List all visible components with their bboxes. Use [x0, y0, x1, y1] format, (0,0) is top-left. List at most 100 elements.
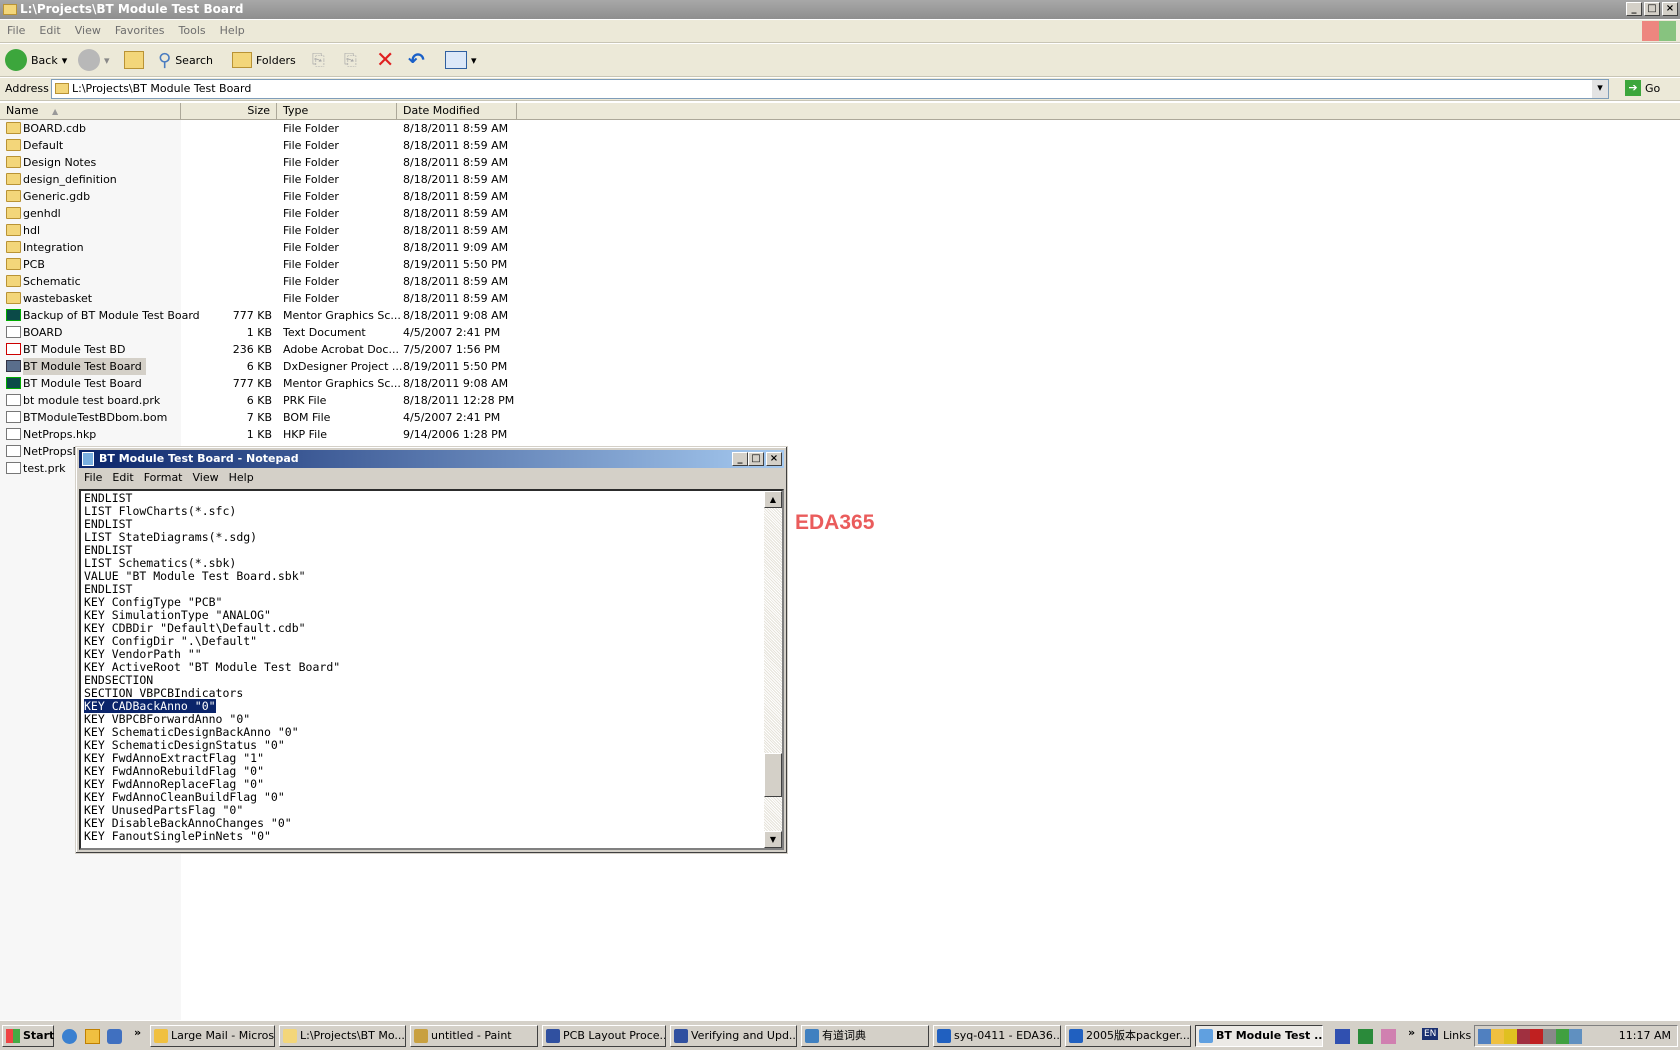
language-indicator[interactable]: EN [1422, 1028, 1439, 1040]
column-name[interactable]: Name ▲ [0, 103, 181, 120]
close-button[interactable]: × [1662, 2, 1678, 16]
line-text: ENDLIST [84, 543, 133, 557]
scroll-down-button[interactable]: ▼ [764, 831, 782, 848]
column-size[interactable]: Size [181, 103, 277, 120]
file-row[interactable]: Default File Folder 8/18/2011 8:59 AM [0, 137, 520, 154]
file-size: 236 KB [232, 343, 272, 356]
start-button[interactable]: Start [2, 1025, 54, 1047]
file-name: Default [23, 139, 64, 152]
menu-file[interactable]: File [0, 20, 32, 41]
back-dropdown-icon[interactable]: ▾ [62, 54, 68, 67]
acrobat-icon[interactable] [1381, 1029, 1396, 1044]
task-app-icon [546, 1029, 560, 1043]
column-type[interactable]: Type [277, 103, 397, 120]
menu-edit[interactable]: Edit [32, 20, 67, 41]
clock[interactable]: 11:17 AM [1619, 1029, 1671, 1042]
file-row[interactable]: BOARD.cdb File Folder 8/18/2011 8:59 AM [0, 120, 520, 137]
file-name: Design Notes [23, 156, 97, 169]
taskbar-button[interactable]: Verifying and Upd... [670, 1025, 797, 1047]
minimize-button[interactable]: _ [1626, 2, 1642, 16]
forward-button[interactable]: ▾ [78, 48, 110, 72]
notepad-minimize-button[interactable]: _ [732, 452, 748, 466]
search-button[interactable]: ⚲ Search [158, 48, 213, 72]
address-dropdown-button[interactable]: ▾ [1592, 80, 1608, 98]
folders-button[interactable]: Folders [232, 48, 296, 72]
excel-icon[interactable] [1358, 1029, 1373, 1044]
file-row[interactable]: bt module test board.prk 6 KB PRK File 8… [0, 392, 520, 409]
address-input[interactable]: L:\Projects\BT Module Test Board ▾ [51, 79, 1609, 99]
folder-icon [6, 207, 21, 219]
up-folder-button[interactable] [124, 48, 144, 72]
taskbar-button[interactable]: 2005版本packger... [1065, 1025, 1191, 1047]
file-row[interactable]: BT Module Test Board 777 KB Mentor Graph… [0, 375, 520, 392]
file-row[interactable]: Schematic File Folder 8/18/2011 8:59 AM [0, 273, 520, 290]
file-row[interactable]: BT Module Test Board 6 KB DxDesigner Pro… [0, 358, 520, 375]
outlook-quicklaunch-icon[interactable] [85, 1029, 100, 1044]
tray-icons[interactable] [1478, 1029, 1608, 1044]
file-row[interactable]: Generic.gdb File Folder 8/18/2011 8:59 A… [0, 188, 520, 205]
links-toolbar[interactable]: Links [1443, 1029, 1471, 1042]
back-arrow-icon [5, 49, 27, 71]
menu-help[interactable]: Help [213, 20, 252, 41]
back-button[interactable]: Back ▾ [5, 48, 67, 72]
undo-button[interactable]: ↶ [408, 48, 425, 72]
file-type: File Folder [283, 173, 339, 186]
file-row[interactable]: Integration File Folder 8/18/2011 9:09 A… [0, 239, 520, 256]
notepad-title-bar[interactable]: BT Module Test Board - Notepad _ □ × [79, 450, 784, 468]
move-to-button[interactable]: ⎘ [312, 48, 325, 72]
delete-button[interactable]: ✕ [376, 48, 394, 73]
taskbar-button[interactable]: L:\Projects\BT Mo... [279, 1025, 406, 1047]
folder-icon [6, 292, 21, 304]
file-row[interactable]: BT Module Test BD 236 KB Adobe Acrobat D… [0, 341, 520, 358]
file-row[interactable]: PCB File Folder 8/19/2011 5:50 PM [0, 256, 520, 273]
taskbar-button[interactable]: PCB Layout Proce... [542, 1025, 666, 1047]
file-row[interactable]: wastebasket File Folder 8/18/2011 8:59 A… [0, 290, 520, 307]
scroll-up-button[interactable]: ▲ [764, 491, 782, 508]
taskbar-button[interactable]: Large Mail - Micros... [150, 1025, 275, 1047]
file-date: 8/18/2011 8:59 AM [403, 122, 509, 135]
ie-quicklaunch-icon[interactable] [62, 1029, 77, 1044]
taskbar-button[interactable]: syq-0411 - EDA36... [933, 1025, 1061, 1047]
task-app-icon [283, 1029, 297, 1043]
file-date: 7/5/2007 1:56 PM [403, 343, 501, 356]
taskbar-button[interactable]: untitled - Paint [410, 1025, 538, 1047]
copy-to-button[interactable]: ⎘ [344, 48, 357, 72]
notepad-menu-file[interactable]: File [79, 469, 107, 486]
views-button[interactable]: ▾ [445, 48, 477, 72]
taskbar-button[interactable]: 有道词典 [801, 1025, 929, 1047]
file-row[interactable]: NetProps.hkp 1 KB HKP File 9/14/2006 1:2… [0, 426, 520, 443]
pdf-icon [6, 343, 21, 355]
line-text: KEY SimulationType "ANALOG" [84, 608, 271, 622]
go-button[interactable]: ➔ Go [1625, 80, 1660, 96]
sort-ascending-icon: ▲ [51, 107, 59, 116]
notepad-text-area[interactable]: ENDLIST LIST FlowCharts(*.sfc) ENDLIST LIST… [79, 489, 784, 850]
taskbar-button[interactable]: BT Module Test ... [1195, 1025, 1323, 1047]
browser-quicklaunch-icon[interactable] [107, 1029, 122, 1044]
explorer-title-bar: L:\Projects\BT Module Test Board _ □ × [0, 0, 1680, 19]
notepad-menu-format[interactable]: Format [139, 469, 188, 486]
file-row[interactable]: BOARD 1 KB Text Document 4/5/2007 2:41 P… [0, 324, 520, 341]
quicklaunch-overflow-icon[interactable]: » [134, 1026, 141, 1039]
file-type: File Folder [283, 156, 339, 169]
file-row[interactable]: BTModuleTestBDbom.bom 7 KB BOM File 4/5/… [0, 409, 520, 426]
line-text: LIST FlowCharts(*.sfc) [84, 504, 237, 518]
notepad-menu-help[interactable]: Help [224, 469, 259, 486]
notepad-menu-view[interactable]: View [188, 469, 224, 486]
notepad-close-button[interactable]: × [766, 452, 782, 466]
menu-tools[interactable]: Tools [172, 20, 213, 41]
file-row[interactable]: Design Notes File Folder 8/18/2011 8:59 … [0, 154, 520, 171]
file-row[interactable]: hdl File Folder 8/18/2011 8:59 AM [0, 222, 520, 239]
maximize-button[interactable]: □ [1644, 2, 1660, 16]
file-row[interactable]: genhdl File Folder 8/18/2011 8:59 AM [0, 205, 520, 222]
word-icon[interactable] [1335, 1029, 1350, 1044]
menu-view[interactable]: View [68, 20, 108, 41]
notepad-maximize-button[interactable]: □ [748, 452, 764, 466]
toolbar-overflow-icon[interactable]: » [1408, 1026, 1415, 1039]
notepad-menu-edit[interactable]: Edit [107, 469, 138, 486]
scroll-thumb[interactable] [764, 753, 782, 797]
file-row[interactable]: design_definition File Folder 8/18/2011 … [0, 171, 520, 188]
vertical-scrollbar[interactable]: ▲ ▼ [764, 491, 782, 848]
column-date-modified[interactable]: Date Modified [397, 103, 517, 120]
file-row[interactable]: Backup of BT Module Test Board 777 KB Me… [0, 307, 520, 324]
menu-favorites[interactable]: Favorites [108, 20, 172, 41]
